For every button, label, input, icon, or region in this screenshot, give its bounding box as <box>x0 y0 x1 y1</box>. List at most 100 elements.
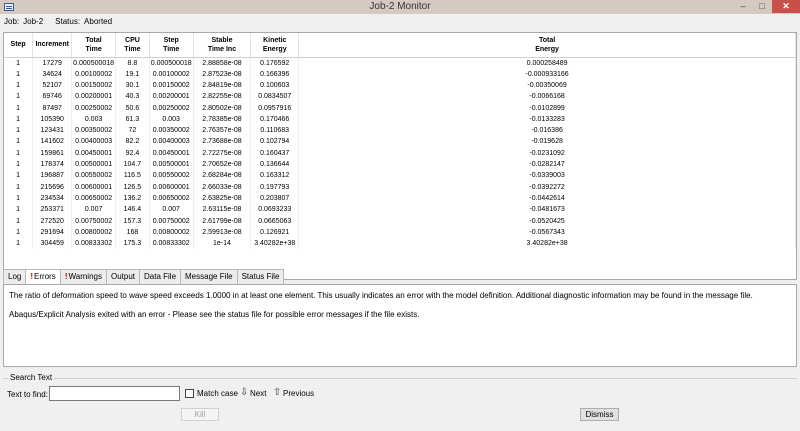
table-row[interactable]: 1 17279 0.000500018 8.8 0.000500018 2.88858e-… <box>4 57 796 69</box>
next-button[interactable]: Next <box>250 389 266 398</box>
find-input[interactable] <box>49 386 180 401</box>
table-cell: 0.00100002 <box>149 68 194 80</box>
column-header[interactable]: Increment <box>32 33 73 58</box>
table-cell: 3.40282e+38 <box>298 237 796 250</box>
table-row[interactable]: 1 272520 0.00750002 157.3 0.00750002 2.61799e… <box>4 215 796 227</box>
column-header[interactable]: Total Time <box>71 33 117 58</box>
table-cell: 2.61799e-08 <box>193 215 252 227</box>
tab-data-file[interactable]: Data File <box>139 269 182 284</box>
table-cell: -0.0520425 <box>298 215 796 227</box>
error-message-line: Abaqus/Explicit Analysis exited with an … <box>9 310 420 319</box>
table-row[interactable]: 1 253371 0.007 146.4 0.007 2.63115e-08 0.06932… <box>4 204 796 216</box>
column-header[interactable]: Step <box>4 33 34 58</box>
table-row[interactable]: 1 87497 0.00250002 50.6 0.00250002 2.80502e-0… <box>4 102 796 114</box>
table-cell: 2.87523e-08 <box>193 68 252 80</box>
table-cell: 1 <box>4 192 34 205</box>
table-row[interactable]: 1 69746 0.00200001 40.3 0.00200001 2.82255e-0… <box>4 91 796 103</box>
table-cell: -0.0567343 <box>298 226 796 238</box>
table-row[interactable]: 1 304459 0.00833302 175.3 0.00833302 1e-14 3.4… <box>4 237 796 250</box>
table-cell: 1 <box>4 226 34 238</box>
table-cell: 0.176592 <box>250 57 300 69</box>
match-case-label[interactable]: Match case <box>197 389 238 398</box>
tab-label: Status File <box>241 272 280 281</box>
table-cell: -0.00350069 <box>298 79 796 92</box>
table-row[interactable]: 1 291694 0.00800002 168 0.00800002 2.59913e-0… <box>4 226 796 238</box>
table-cell: 0.000500018 <box>71 57 117 69</box>
table-cell: 0.166396 <box>250 68 300 80</box>
table-row[interactable]: 1 178374 0.00500001 104.7 0.00500001 2.70652e… <box>4 158 796 171</box>
table-cell: 1 <box>4 136 34 148</box>
table-row[interactable]: 1 105390 0.003 61.3 0.003 2.78385e-08 0.170466… <box>4 113 796 125</box>
table-cell: -0.0102899 <box>298 102 796 114</box>
table-row[interactable]: 1 34624 0.00100002 19.1 0.00100002 2.87523e-0… <box>4 68 796 80</box>
table-cell: 1 <box>4 170 34 182</box>
table-cell: 0.00350002 <box>149 124 194 137</box>
table-cell: 146.4 <box>115 204 150 216</box>
table-cell: 0.00350002 <box>71 124 117 137</box>
table-cell: 0.00450001 <box>149 147 194 159</box>
column-header[interactable]: CPU Time <box>115 33 150 58</box>
kill-button[interactable]: Kill <box>181 408 219 421</box>
table-row[interactable]: 1 159861 0.00450001 92.4 0.00450001 2.72275e-… <box>4 147 796 159</box>
arrow-down-icon[interactable]: ⇩ <box>240 387 248 398</box>
match-case-checkbox[interactable] <box>185 389 194 398</box>
tab-errors[interactable]: !Errors <box>25 269 61 285</box>
table-cell: 0.003 <box>71 113 117 125</box>
table-cell: -0.0392272 <box>298 181 796 193</box>
maximize-button[interactable]: □ <box>753 0 771 13</box>
table-cell: 0.00400003 <box>149 136 194 148</box>
table-cell: 2.76357e-08 <box>193 124 252 137</box>
tab-status-file[interactable]: Status File <box>236 269 285 284</box>
table-cell: 82.2 <box>115 136 150 148</box>
table-cell: 0.00650002 <box>71 192 117 205</box>
minimize-button[interactable]: – <box>734 0 752 13</box>
table-cell: 2.66033e-08 <box>193 181 252 193</box>
increment-table[interactable]: Step Increment Total Time CPU Time Step Time… <box>3 32 797 280</box>
table-row[interactable]: 1 215696 0.00600001 126.5 0.00600001 2.66033e… <box>4 181 796 193</box>
table-cell: 0.00400003 <box>71 136 117 148</box>
search-group-label: Search Text <box>8 373 55 382</box>
tab-message-file[interactable]: Message File <box>180 269 238 284</box>
tab-output[interactable]: Output <box>105 269 140 284</box>
column-header[interactable]: Kinetic Energy <box>250 33 300 58</box>
table-cell: 72 <box>115 124 150 137</box>
table-cell: 0.00150002 <box>149 79 194 92</box>
tab-log[interactable]: Log <box>3 269 27 284</box>
column-header[interactable]: Step Time <box>149 33 194 58</box>
table-cell: -0.0231092 <box>298 147 796 159</box>
table-row[interactable]: 1 123431 0.00350002 72 0.00350002 2.76357e-08… <box>4 124 796 137</box>
table-row[interactable]: 1 52107 0.00150002 30.1 0.00150002 2.84819e-0… <box>4 79 796 92</box>
table-cell: -0.019628 <box>298 136 796 148</box>
table-row[interactable]: 1 196887 0.00550002 116.5 0.00550002 2.68284e… <box>4 170 796 182</box>
table-cell: 0.00550002 <box>71 170 117 182</box>
table-cell: 0.00150002 <box>71 79 117 92</box>
table-cell: -0.0066168 <box>298 91 796 103</box>
table-row[interactable]: 1 141602 0.00400003 82.2 0.00400003 2.73688e-… <box>4 136 796 148</box>
table-cell: 1 <box>4 124 34 137</box>
table-cell: -0.0282147 <box>298 158 796 171</box>
table-cell: 272520 <box>32 215 73 227</box>
previous-button[interactable]: Previous <box>283 389 314 398</box>
table-cell: 0.0693233 <box>250 204 300 216</box>
error-message-line: The ratio of deformation speed to wave s… <box>9 291 753 300</box>
table-cell: 0.00500001 <box>149 158 194 171</box>
column-header[interactable]: Total Energy <box>298 33 796 58</box>
tab-warnings[interactable]: !Warnings <box>59 269 107 284</box>
table-cell: 0.0834507 <box>250 91 300 103</box>
error-message-area[interactable]: The ratio of deformation speed to wave s… <box>3 284 797 367</box>
table-cell: 0.102794 <box>250 136 300 148</box>
status-value: Aborted <box>84 17 113 26</box>
dismiss-button[interactable]: Dismiss <box>580 408 619 421</box>
job-label: Job: <box>4 17 20 26</box>
table-cell: 3.40282e+38 <box>250 237 300 250</box>
table-cell: 159861 <box>32 147 73 159</box>
table-row[interactable]: 1 234534 0.00650002 136.2 0.00650002 2.63825e… <box>4 192 796 205</box>
arrow-up-icon[interactable]: ⇧ <box>273 387 281 398</box>
close-button[interactable]: ✕ <box>772 0 800 13</box>
table-cell: 141602 <box>32 136 73 148</box>
table-cell: 123431 <box>32 124 73 137</box>
table-cell: 0.00250002 <box>71 102 117 114</box>
table-cell: 34624 <box>32 68 73 80</box>
tab-label: Data File <box>144 272 177 281</box>
column-header[interactable]: Stable Time Inc <box>193 33 252 58</box>
